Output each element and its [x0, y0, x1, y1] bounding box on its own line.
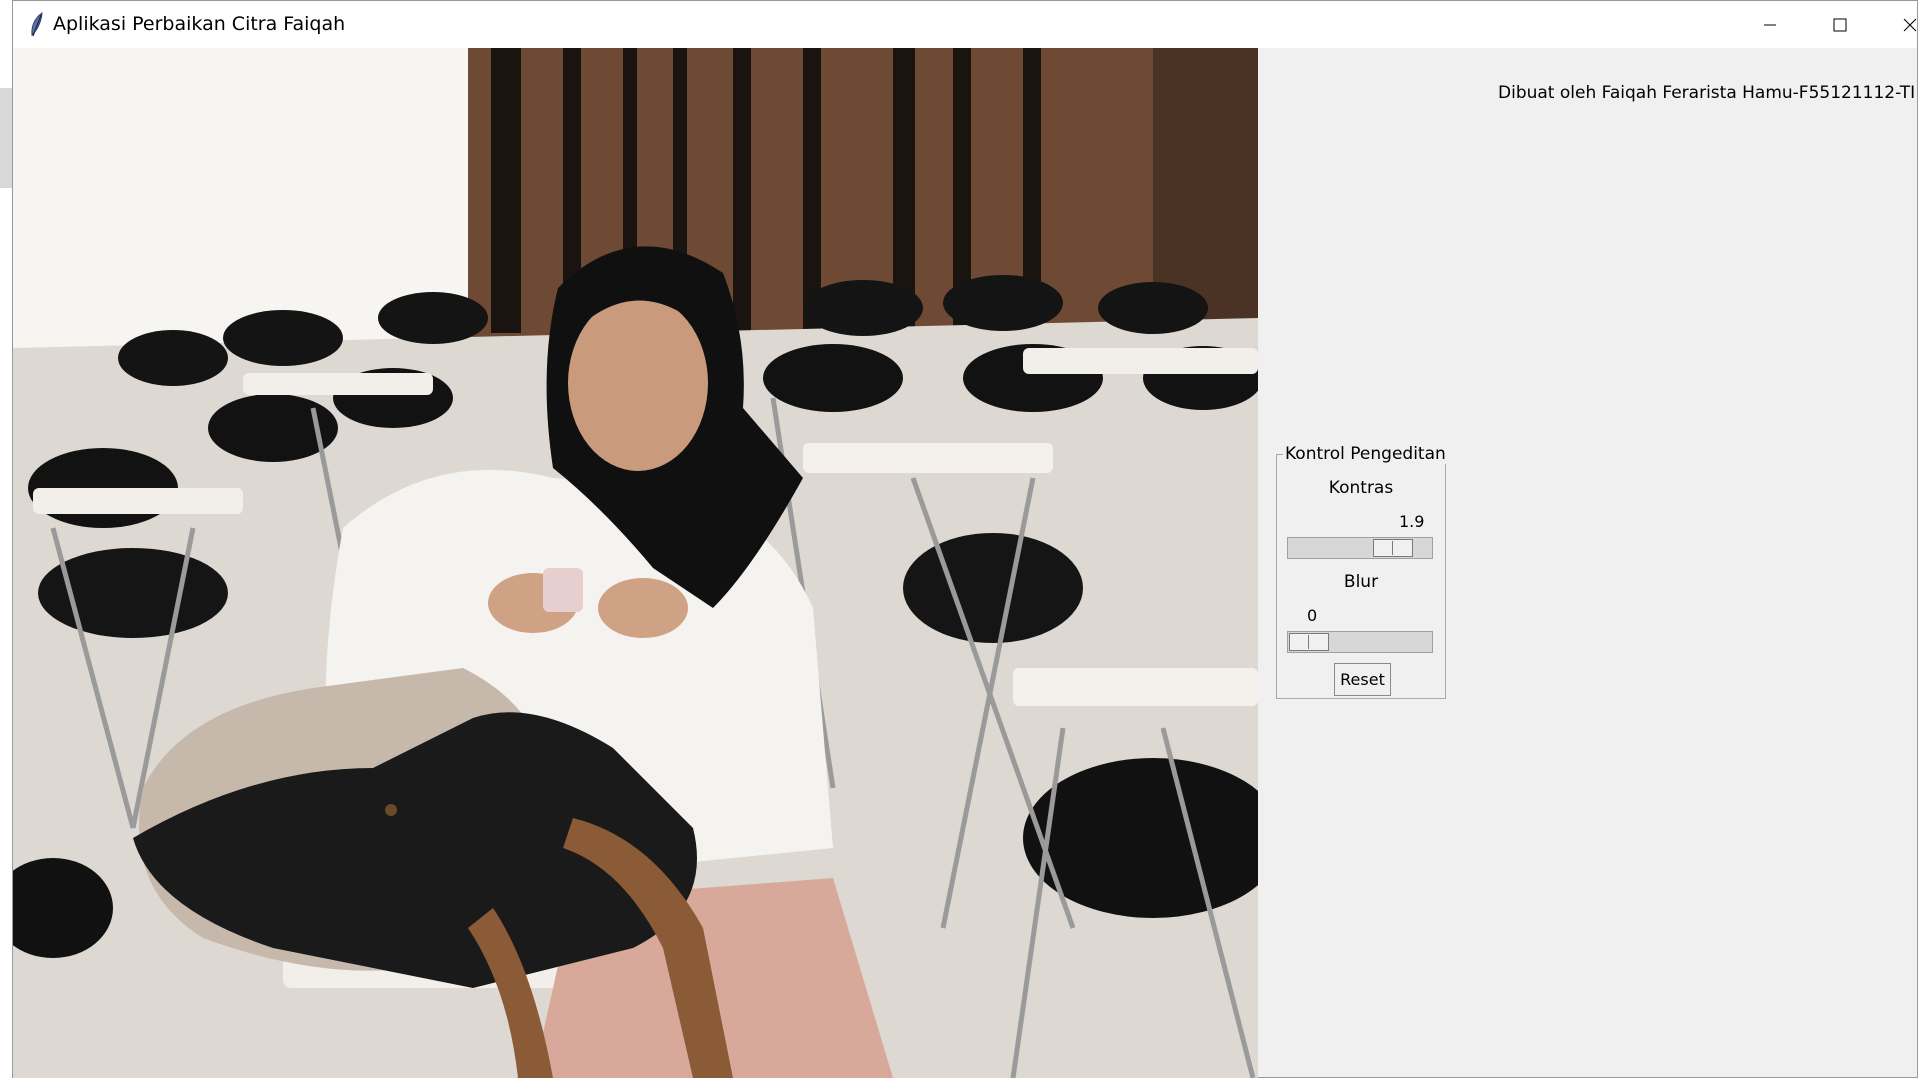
contrast-slider-thumb[interactable]: [1372, 539, 1413, 557]
panel-title: Kontrol Pengeditan: [1283, 444, 1448, 464]
contrast-label: Kontras: [1328, 478, 1394, 498]
edit-controls-panel: Kontrol Pengeditan Kontras 1.9 Blur 0 Re…: [1276, 444, 1448, 699]
blur-slider-thumb[interactable]: [1289, 633, 1329, 651]
blur-value: 0: [1307, 606, 1318, 625]
reset-button[interactable]: Reset: [1334, 663, 1391, 696]
contrast-value: 1.9: [1399, 512, 1425, 531]
credit-label: Dibuat oleh Faiqah Ferarista Hamu-F55121…: [1498, 83, 1920, 103]
contrast-slider[interactable]: [1287, 537, 1433, 559]
minimize-button[interactable]: [1735, 1, 1805, 48]
blur-label: Blur: [1343, 572, 1379, 592]
photo-image: [13, 48, 1258, 1078]
close-icon: [1903, 18, 1917, 31]
title-bar[interactable]: Aplikasi Perbaikan Citra Faiqah: [13, 1, 1917, 48]
window-title: Aplikasi Perbaikan Citra Faiqah: [53, 13, 346, 35]
image-canvas: [13, 48, 1258, 1078]
blur-slider[interactable]: [1287, 631, 1433, 653]
maximize-button[interactable]: [1805, 1, 1875, 48]
minimize-icon: [1764, 24, 1776, 25]
maximize-icon: [1833, 18, 1847, 31]
app-window: Aplikasi Perbaikan Citra Faiqah Dibuat o…: [12, 0, 1920, 1078]
feather-icon: [31, 12, 43, 37]
background-window-strip: [0, 88, 12, 188]
close-button[interactable]: [1875, 1, 1920, 48]
